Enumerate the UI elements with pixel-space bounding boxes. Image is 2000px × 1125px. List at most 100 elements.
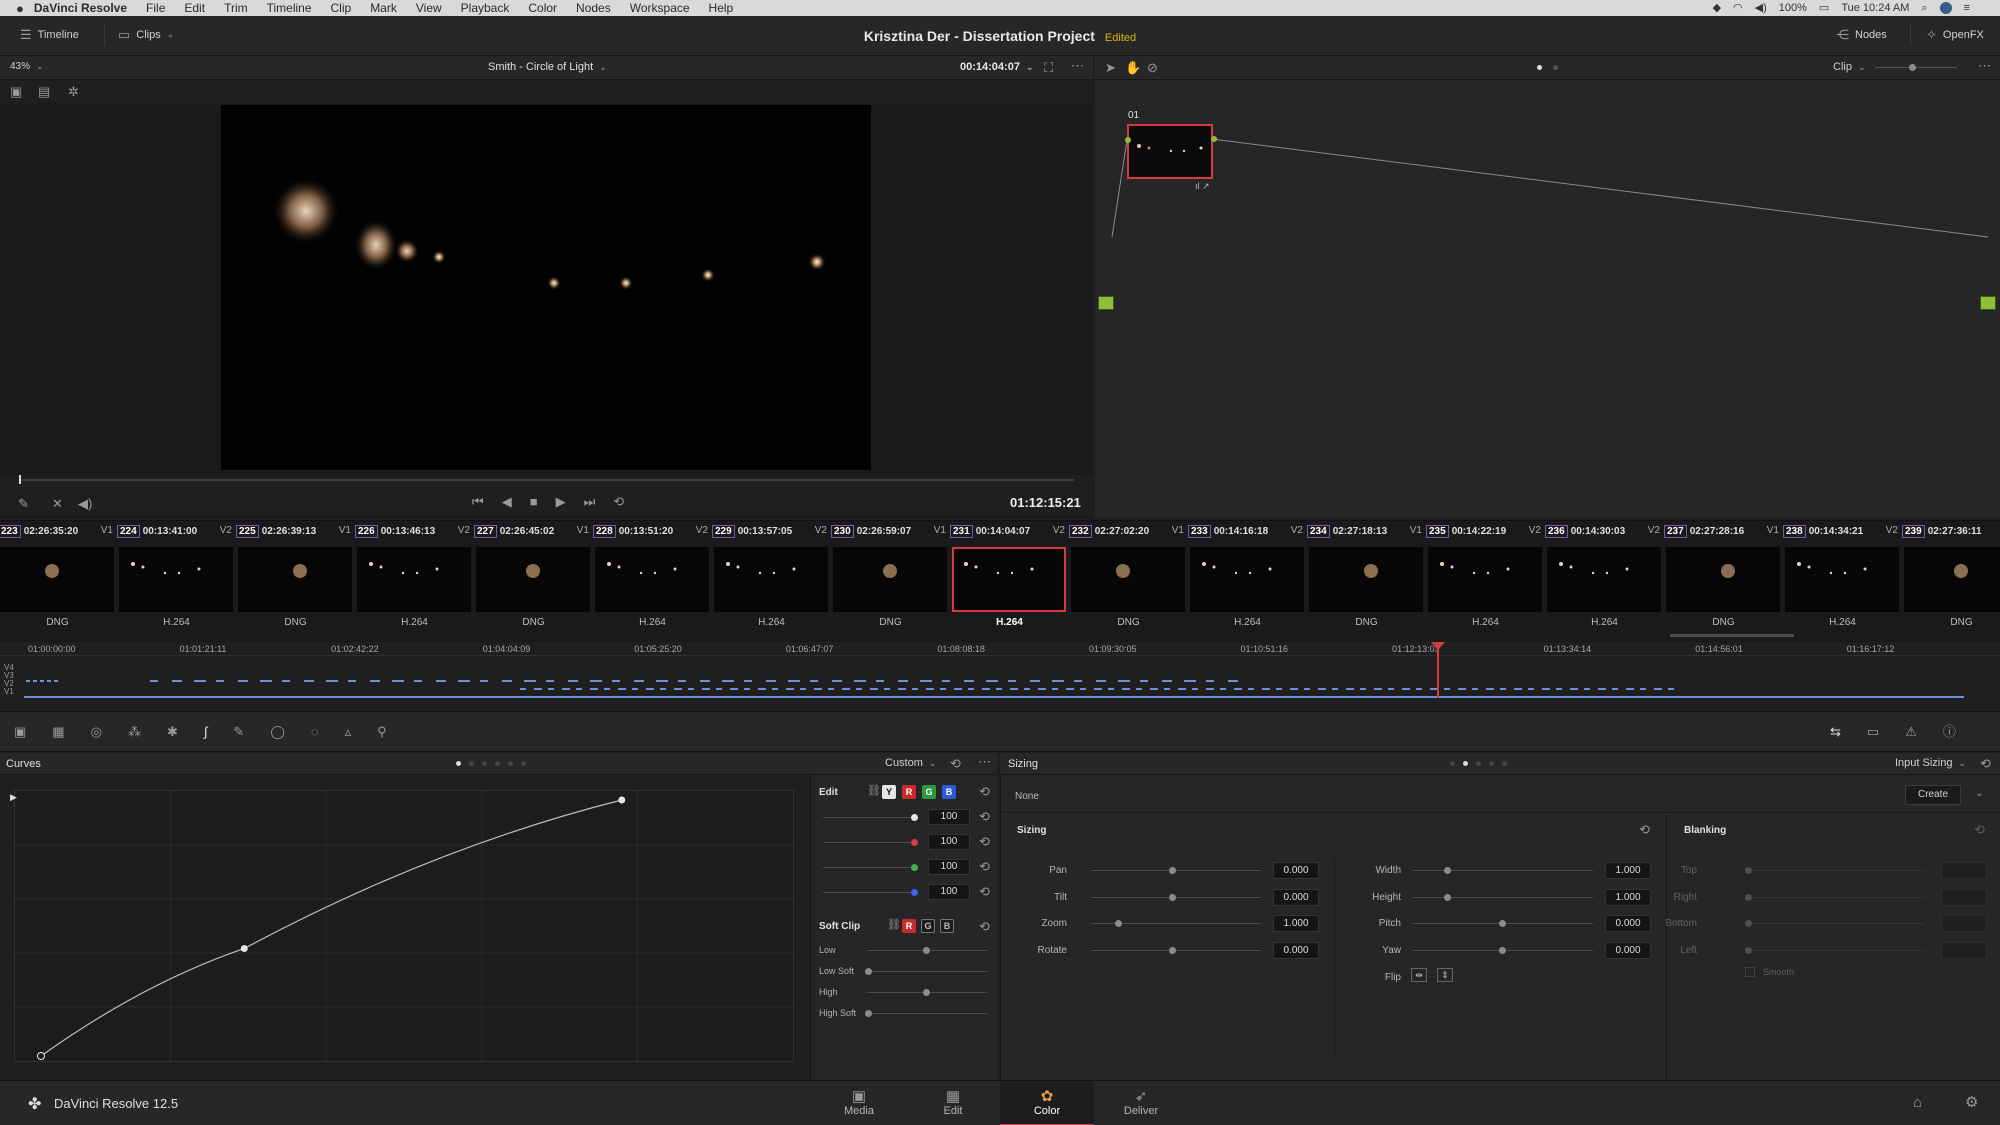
step-back-icon[interactable]: ◀ [502,495,512,508]
battery-icon[interactable]: ▭ [1819,0,1829,16]
timeline-clip-v2[interactable] [996,688,1002,690]
timeline-clip-v2[interactable] [1304,688,1310,690]
timeline-clip-v2[interactable] [1066,688,1074,690]
page-dot-active[interactable] [1463,761,1468,766]
timeline-clip-v2[interactable] [660,688,666,690]
menu-help[interactable]: Help [709,0,734,16]
page-tab-media[interactable]: ▣ Media [812,1081,906,1125]
timeline-clip-v2[interactable] [1598,688,1606,690]
timeline-clip-v2[interactable] [1164,688,1170,690]
timeline-clip-v2[interactable] [1094,688,1102,690]
reset-icon[interactable]: ⟲ [979,785,990,798]
timeline-clip-v2[interactable] [758,688,766,690]
timeline-clip-v2[interactable] [1542,688,1550,690]
timeline-clip-v3[interactable] [546,680,554,682]
timeline-clip-v2[interactable] [1234,688,1242,690]
timeline-clip-v2[interactable] [1654,688,1662,690]
link-icon[interactable]: ⛓ [867,786,881,797]
page-tab-deliver[interactable]: ➶ Deliver [1094,1081,1188,1125]
timeline-clip-v2[interactable] [604,688,610,690]
timeline-clip-v2[interactable] [982,688,990,690]
curve-control-point[interactable] [37,1052,45,1060]
menu-trim[interactable]: Trim [224,0,248,16]
output-node[interactable] [1980,296,1996,310]
clip-thumbnail[interactable]: 235 00:14:22:19 V2 H.264 [1426,521,1545,643]
spotlight-icon[interactable]: ⌕ [1921,0,1927,16]
timeline-clip-v2[interactable] [954,688,962,690]
timeline-clip-v2[interactable] [688,688,694,690]
curve-handle-icon[interactable]: ▶ [10,792,17,803]
reset-icon[interactable]: ⟲ [950,757,961,770]
blur-icon[interactable]: ▵ [345,725,352,738]
clip-thumbnail[interactable]: 239 02:27:36:11 DNG [1902,521,2000,643]
reset-icon[interactable]: ⟲ [1639,823,1650,836]
menu-clip[interactable]: Clip [331,0,352,16]
timeline-clip-v4[interactable] [54,680,58,682]
skip-forward-icon[interactable]: ⏭ [584,495,596,508]
timeline-clip-v2[interactable] [1052,688,1058,690]
channel-y-button[interactable]: Y [882,785,896,799]
qualifier-icon[interactable]: ✎ [233,725,244,738]
curve-control-point[interactable] [618,796,626,804]
timeline-clip-v2[interactable] [548,688,554,690]
timeline-clip-v3[interactable] [348,680,356,682]
timeline-clip-v3[interactable] [1140,680,1148,682]
timeline-clip-v2[interactable] [646,688,654,690]
apple-icon[interactable]: ● [16,2,24,15]
timeline-clip-v2[interactable] [814,688,822,690]
page-dot[interactable] [521,761,526,766]
flip-vertical-icon[interactable]: ⇕ [1437,968,1453,982]
clip-thumbnail[interactable]: 227 02:26:45:02 V1 DNG [474,521,593,643]
bypass-icon[interactable]: ⊘ [1147,61,1158,74]
menubar-clock[interactable]: Tue 10:24 AM [1841,0,1909,16]
timeline-clip-v3[interactable] [1008,680,1016,682]
clip-name-dropdown[interactable]: Smith - Circle of Light ⌄ [488,61,607,73]
timeline-clip-v3[interactable] [722,680,734,682]
timeline-clip-v2[interactable] [1080,688,1086,690]
timeline-clip-v3[interactable] [458,680,470,682]
timeline-clip-v2[interactable] [1024,688,1030,690]
volume-icon[interactable]: ◀) [1755,0,1767,16]
clip-thumbnail[interactable]: 231 00:14:04:07 V2 H.264 [950,521,1069,643]
timeline-clip-v2[interactable] [772,688,778,690]
timeline-clip-v2[interactable] [856,688,862,690]
curve-control-point[interactable] [240,944,248,952]
page-dot[interactable] [508,761,513,766]
timeline-clip-v3[interactable] [832,680,842,682]
timeline-clip-v2[interactable] [1192,688,1198,690]
timeline-tracks[interactable] [0,656,2000,712]
timeline-clip-v3[interactable] [788,680,800,682]
timeline-clip-v3[interactable] [920,680,932,682]
timeline-clip-v2[interactable] [968,688,974,690]
timeline-clip-v3[interactable] [766,680,776,682]
clip-thumbnail[interactable]: 238 00:14:34:21 V2 H.264 [1783,521,1902,643]
page-dot[interactable] [1502,761,1507,766]
timeline-clip-v3[interactable] [1074,680,1082,682]
timeline-clip-v2[interactable] [1570,688,1578,690]
corrector-node[interactable] [1127,124,1213,179]
timeline-clip-v2[interactable] [1178,688,1186,690]
timeline-clip-v2[interactable] [1206,688,1214,690]
create-button[interactable]: Create [1905,785,1961,805]
nodes-toggle-button[interactable]: ⋲ Nodes [1836,28,1887,41]
split-viewer-icon[interactable]: ▤ [38,85,50,98]
timeline-clip-v3[interactable] [876,680,884,682]
blanking-bottom-value[interactable] [1941,915,1987,932]
rgb-mixer-icon[interactable]: ⁂ [128,725,141,738]
intensity-b-value[interactable]: 100 [928,884,970,900]
more-options-icon[interactable]: ⋯ [1978,59,1991,72]
smooth-checkbox[interactable] [1745,967,1755,977]
timeline-clip-v3[interactable] [1206,680,1214,682]
luma-curve[interactable] [40,799,622,1057]
sizing-icon[interactable]: ⇆ [1830,725,1841,738]
info-icon[interactable]: ⓘ [1943,725,1956,738]
timeline-clip-v2[interactable] [1108,688,1114,690]
clip-thumbnail[interactable]: 233 00:14:16:18 V2 H.264 [1188,521,1307,643]
timeline-clip-v2[interactable] [1248,688,1254,690]
blanking-top-value[interactable] [1941,862,1987,879]
timeline-clip-v3[interactable] [216,680,224,682]
settings-gear-icon[interactable]: ⚙ [1965,1095,1978,1110]
notification-icon[interactable]: ≡ [1964,0,1970,16]
clip-thumbnail[interactable]: 226 00:13:46:13 V2 H.264 [355,521,474,643]
menu-mark[interactable]: Mark [370,0,397,16]
